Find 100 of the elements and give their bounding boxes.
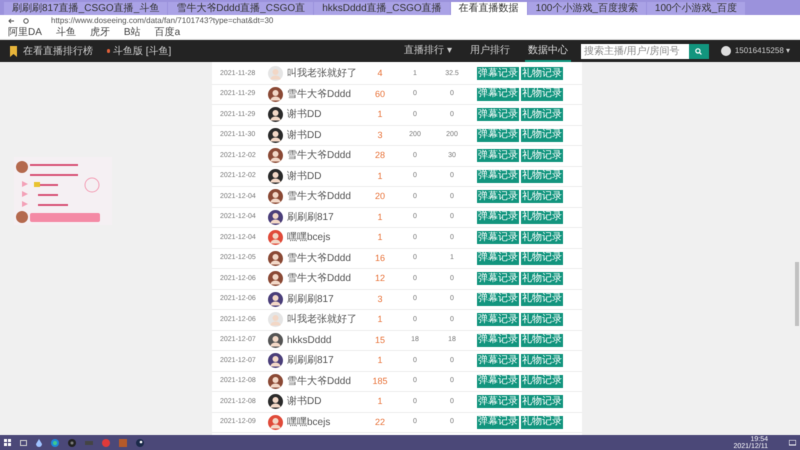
back-icon[interactable] [8,18,15,24]
record-button[interactable]: 弹幕记录 [477,170,519,183]
record-button[interactable]: 弹幕记录 [477,190,519,204]
nav-link[interactable]: 用户排行 [466,40,513,62]
record-button[interactable]: 弹幕记录 [477,416,519,429]
user-name[interactable]: 谢书DD [283,128,363,143]
record-button[interactable]: 礼物记录 [521,210,563,224]
drop-icon[interactable] [36,438,42,446]
record-button[interactable]: 弹幕记录 [477,252,519,265]
user-name[interactable]: 叫我老张就好了 [283,312,363,328]
user-name[interactable]: 刷刷刷817 [283,210,363,225]
browser-tab[interactable]: 100个小游戏_百度 [646,2,746,15]
url-field[interactable]: https://www.doseeing.com/data/fan/7101743?type=chat&dt=30 [51,17,274,25]
record-button[interactable]: 礼物记录 [521,292,563,306]
browser-tab[interactable]: 在看直播数据 [450,2,527,15]
record-button[interactable]: 弹幕记录 [477,67,519,80]
bookmark-link[interactable]: B站 [124,28,141,38]
user-name[interactable]: 刷刷刷817 [283,353,363,368]
user-name[interactable]: 雪牛大爷Dddd [283,374,363,389]
user-name[interactable]: 嘿嘿bcejs [283,230,363,246]
record-button[interactable]: 礼物记录 [521,170,563,183]
user-name[interactable]: 叫我老张就好了 [283,66,363,82]
record-button[interactable]: 礼物记录 [521,128,563,142]
record-button[interactable]: 礼物记录 [521,374,563,388]
nav-link[interactable]: 直播排行 ▾ [401,40,455,62]
search-icon [695,48,702,54]
site-brand[interactable]: 在看直播排行榜 [23,44,93,58]
record-button[interactable]: 礼物记录 [521,88,563,101]
user-name[interactable]: 谢书DD [283,394,363,410]
camera-icon[interactable] [68,438,76,446]
record-button[interactable]: 礼物记录 [521,395,563,408]
count-cell-text: 1 [376,170,384,182]
record-button[interactable]: 弹幕记录 [477,334,519,347]
record-button[interactable]: 弹幕记录 [477,210,519,224]
browser-tab[interactable]: 100个小游戏_百度搜索 [528,2,646,15]
user-name[interactable]: 雪牛大爷Dddd [283,148,363,164]
scrollbar-thumb[interactable] [795,262,799,326]
bookmark-link[interactable]: 虎牙 [90,28,110,38]
browser-tab[interactable]: 雪牛大爷Dddd直播_CSGO直 [168,2,314,15]
count-cell-text: 15 [374,334,386,346]
windows-icon[interactable] [4,439,11,446]
record-button[interactable]: 礼物记录 [521,313,563,326]
notification-icon[interactable] [789,440,796,446]
user-name[interactable]: 刷刷刷817 [283,292,363,307]
user-name[interactable]: 雪牛大爷Dddd [283,250,363,266]
record-button[interactable]: 礼物记录 [521,416,563,429]
record-button[interactable]: 弹幕记录 [477,272,519,286]
count-cell-text: 16 [374,252,386,264]
record-button[interactable]: 弹幕记录 [477,108,519,122]
record-button[interactable]: 礼物记录 [521,149,563,162]
record-button[interactable]: 弹幕记录 [477,128,519,142]
record-button[interactable]: 弹幕记录 [477,313,519,326]
record-button[interactable]: 弹幕记录 [477,354,519,368]
bookmark-link[interactable]: 斗鱼 [56,28,76,38]
record-button[interactable]: 礼物记录 [521,190,563,204]
record-button[interactable]: 礼物记录 [521,334,563,347]
count-cell-text: 3 [376,292,384,306]
count-cell-text: 28 [374,149,386,162]
count-cell-text: 3 [376,128,384,142]
user-name[interactable]: hkksDddd [283,332,363,348]
platform-label[interactable]: 斗鱼版 [斗鱼] [113,44,172,58]
count-cell-text: 1 [376,210,384,224]
user-name[interactable]: 雪牛大爷Dddd [283,189,363,204]
user-name[interactable]: 雪牛大爷Dddd [283,86,363,102]
refresh-icon[interactable] [23,18,29,24]
user-name[interactable]: 雪牛大爷Dddd [283,271,363,286]
browser-tab[interactable]: 刷刷刷817直播_CSGO直播_斗鱼 [4,2,168,15]
search-field[interactable]: 搜索主播/用户/房间号 [580,44,689,58]
record-button[interactable]: 弹幕记录 [477,149,519,162]
count-cell-text: 1 [376,231,384,244]
record-button[interactable]: 礼物记录 [521,108,563,122]
user-name[interactable]: 谢书DD [283,168,363,184]
record-button[interactable]: 弹幕记录 [477,292,519,306]
count-cell-text: 185 [371,374,389,388]
record-button[interactable]: 弹幕记录 [477,231,519,244]
count-cell-text: 1 [376,395,384,408]
bookmark-link[interactable]: 阿里DA [8,28,42,38]
bookmark-link[interactable]: 百度a [154,28,180,38]
bookmark-icon [10,46,17,56]
count-cell-text: 60 [374,88,386,100]
record-button[interactable]: 弹幕记录 [477,395,519,408]
user-menu[interactable]: 15016415258 ▾ [734,45,790,57]
record-button[interactable]: 礼物记录 [521,252,563,265]
browser-icon[interactable] [51,438,59,446]
record-button[interactable]: 礼物记录 [521,231,563,244]
user-name[interactable]: 谢书DD [283,107,363,122]
browser-tab[interactable]: hkksDddd直播_CSGO直播 [314,2,450,15]
count-cell-text: 12 [374,272,386,285]
record-button[interactable]: 弹幕记录 [477,374,519,388]
count-cell-text: 1 [376,108,384,121]
count-cell-text: 1 [376,354,384,367]
record-button[interactable]: 礼物记录 [521,272,563,286]
record-button[interactable]: 弹幕记录 [477,88,519,101]
record-button[interactable]: 礼物记录 [521,354,563,368]
user-name[interactable]: 嘿嘿bcejs [283,414,363,430]
avatar-icon [720,46,731,56]
record-button[interactable]: 礼物记录 [521,67,563,80]
task-view-icon[interactable] [20,440,27,446]
search-button[interactable] [688,44,709,58]
count-cell-text: 20 [374,190,386,203]
